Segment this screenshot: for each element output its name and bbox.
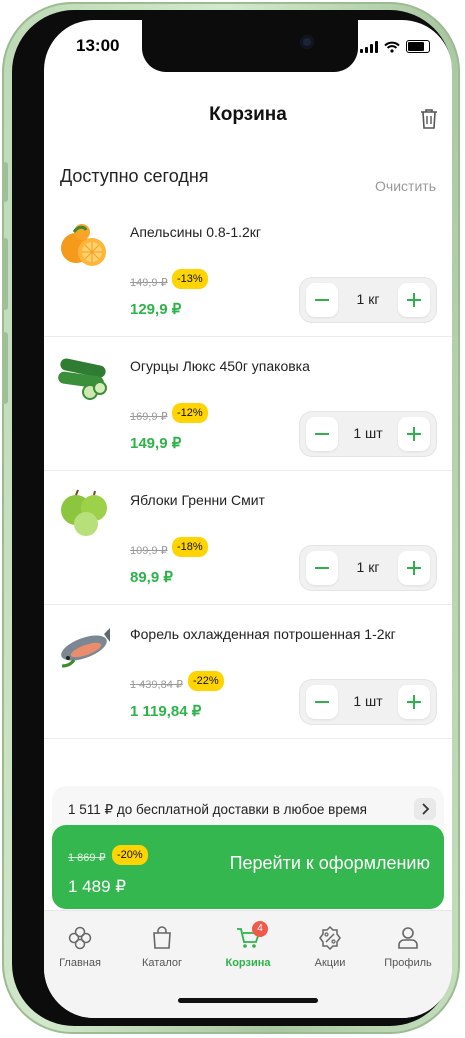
decrease-button[interactable] (306, 685, 338, 719)
item-old-price: 1 439,84 ₽ (130, 679, 183, 691)
cart-item: Апельсины 0.8-1.2кг 149,9 ₽ -13% 129,9 ₽… (44, 202, 452, 337)
quantity-value: 1 кг (356, 559, 380, 575)
tab-label: Корзина (225, 957, 271, 969)
minus-icon (315, 299, 329, 301)
item-price: 129,9 ₽ (130, 301, 182, 318)
cucumber-icon (58, 358, 107, 400)
minus-icon (315, 701, 329, 703)
minus-icon (315, 433, 329, 435)
cart-count-badge: 4 (252, 921, 268, 937)
tab-cart[interactable]: 4 Корзина (208, 921, 288, 969)
apple-icon (61, 489, 107, 536)
minus-icon (315, 567, 329, 569)
increase-button[interactable] (398, 685, 430, 719)
cart-item: Форель охлажденная потрошенная 1-2кг 1 4… (44, 604, 452, 739)
app-screen: 13:00 Корзина Доступно сегодня Очистить (44, 20, 452, 1018)
decrease-button[interactable] (306, 417, 338, 451)
cart-item: Огурцы Люкс 450г упаковка 169,9 ₽ -12% 1… (44, 336, 452, 471)
home-flower-icon (68, 926, 92, 950)
plus-icon (407, 561, 421, 575)
item-old-price: 169,9 ₽ (130, 411, 168, 423)
plus-icon (407, 427, 421, 441)
tab-catalog[interactable]: Каталог (122, 925, 202, 969)
item-old-price: 149,9 ₽ (130, 277, 168, 289)
profile-icon (398, 927, 418, 949)
status-icons (360, 40, 430, 53)
quantity-stepper: 1 кг (300, 278, 436, 322)
discount-badge: -12% (172, 403, 208, 423)
page-title: Корзина (209, 104, 287, 125)
quantity-value: 1 шт (353, 693, 383, 709)
checkout-discount-badge: -20% (112, 845, 148, 865)
checkout-button[interactable]: 1 869 ₽ -20% 1 489 ₽ Перейти к оформлени… (52, 825, 444, 909)
tab-label: Акции (314, 957, 346, 969)
checkout-total: 1 489 ₽ (68, 877, 127, 896)
tab-label: Главная (59, 957, 101, 969)
volume-down-button (2, 332, 8, 404)
clear-cart-link[interactable]: Очистить (375, 178, 436, 194)
item-name: Огурцы Люкс 450г упаковка (130, 358, 310, 374)
discount-badge: -13% (172, 269, 208, 289)
quantity-stepper: 1 кг (300, 546, 436, 590)
wifi-icon (384, 41, 400, 53)
battery-icon (406, 40, 430, 53)
item-price: 149,9 ₽ (130, 435, 182, 452)
cart-item: Яблоки Гренни Смит 109,9 ₽ -18% 89,9 ₽ 1… (44, 470, 452, 605)
trash-icon[interactable] (420, 108, 438, 130)
signal-icon (360, 40, 378, 53)
item-name: Апельсины 0.8-1.2кг (130, 224, 262, 240)
phone-frame: 13:00 Корзина Доступно сегодня Очистить (2, 2, 460, 1034)
fish-icon (61, 628, 110, 668)
checkout-old-total: 1 869 ₽ (68, 852, 106, 864)
increase-button[interactable] (398, 551, 430, 585)
plus-icon (407, 293, 421, 307)
quantity-value: 1 кг (356, 291, 380, 307)
item-name: Яблоки Гренни Смит (130, 492, 265, 508)
quantity-stepper: 1 шт (300, 412, 436, 456)
tab-label: Каталог (142, 957, 182, 969)
front-camera (300, 35, 314, 49)
delivery-text: 1 511 ₽ до бесплатной доставки в любое в… (68, 802, 367, 817)
decrease-button[interactable] (306, 283, 338, 317)
tab-profile[interactable]: Профиль (368, 925, 448, 969)
increase-button[interactable] (398, 417, 430, 451)
increase-button[interactable] (398, 283, 430, 317)
chevron-right-icon[interactable] (414, 798, 436, 820)
mute-switch (2, 162, 8, 202)
discount-badge: -18% (172, 537, 208, 557)
status-time: 13:00 (76, 36, 120, 55)
percent-badge-icon (319, 925, 341, 951)
item-name: Форель охлажденная потрошенная 1-2кг (130, 626, 396, 642)
quantity-stepper: 1 шт (300, 680, 436, 724)
item-old-price: 109,9 ₽ (130, 545, 168, 557)
discount-badge: -22% (188, 671, 224, 691)
shopping-bag-icon (153, 926, 171, 949)
tab-home[interactable]: Главная (44, 925, 120, 969)
tab-label: Профиль (384, 957, 432, 969)
plus-icon (407, 695, 421, 709)
section-title: Доступно сегодня (60, 166, 209, 186)
quantity-value: 1 шт (353, 425, 383, 441)
notch (142, 20, 358, 72)
item-price: 1 119,84 ₽ (130, 703, 202, 720)
item-price: 89,9 ₽ (130, 569, 173, 586)
checkout-label: Перейти к оформлению (229, 853, 430, 873)
decrease-button[interactable] (306, 551, 338, 585)
volume-up-button (2, 238, 8, 310)
orange-icon (61, 224, 106, 266)
tab-promotions[interactable]: Акции (290, 925, 370, 969)
home-indicator (178, 998, 318, 1003)
